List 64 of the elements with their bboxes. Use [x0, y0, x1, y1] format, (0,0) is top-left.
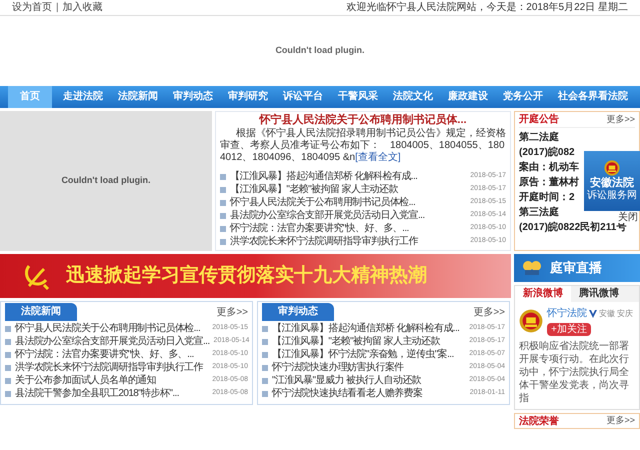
panel-title: 法院荣誉 [519, 414, 559, 428]
notice-line: 第三法庭 [519, 207, 559, 219]
news-link[interactable]: 洪学农院长来怀宁法院调研指导审判执行工作 [15, 362, 204, 374]
weibo-tab[interactable]: 新浪微博 [515, 286, 571, 302]
news-link[interactable]: 洪学农院长来怀宁法院调研指导审判执行工作 [230, 236, 418, 248]
news-link[interactable]: 【江淮风暴】搭起沟通信郑桥 化解科检有成... [230, 170, 418, 182]
nav-tab[interactable]: 干警风采 [334, 86, 382, 108]
news-link[interactable]: "江淮风暴"显威力 被执行人自动还款 [272, 374, 422, 386]
nav-tab[interactable]: 诉讼平台 [279, 86, 327, 108]
news-link[interactable]: 【江淮风暴】搭起沟通信郑桥 化解科检有成... [272, 322, 460, 334]
news-link[interactable]: 【江淮风暴】"老赖"被拘留 家人主动还款 [230, 184, 398, 196]
popup-subtitle: 诉讼服务网 [587, 190, 637, 202]
more-link[interactable]: 更多>> [606, 414, 635, 428]
close-link[interactable]: 关闭 [618, 212, 638, 223]
news-link[interactable]: 怀宁法院：法官办案要讲究"快、好、多、... [230, 222, 409, 234]
weibo-post: 积极响应省法院统一部署开展专项行动。在此次行动中，怀宁法院执行局全体干警坐发党表，尚次寻指 [518, 340, 630, 406]
news-link[interactable]: 怀宁县人民法院关于公布聘用制书记员体检... [15, 322, 200, 334]
separator: | [56, 1, 59, 15]
news-link[interactable]: 县法院办公室综合支部开展党员活动日入党宣... [230, 210, 425, 222]
more-link[interactable]: 更多>> [606, 112, 635, 126]
read-more-link[interactable]: [查看全文] [355, 152, 401, 163]
popup-title: 安徽法院 [590, 176, 634, 190]
panel-title: 法院新闻 [5, 303, 77, 321]
nav-tab[interactable]: 社会各界看法院 [554, 86, 632, 108]
news-link[interactable]: 关于公布参加面试人员名单的通知 [15, 374, 156, 386]
top-link[interactable]: 设为首页 [12, 0, 52, 15]
nav-tab[interactable]: 走进法院 [59, 86, 107, 108]
nav-tab[interactable]: 廉政建设 [444, 86, 492, 108]
notice-line: 开庭时间：2 [519, 192, 575, 204]
news-link[interactable]: 怀宁法院快速办理妨害执行案件 [272, 362, 404, 374]
nav-tab[interactable]: 党务公开 [499, 86, 547, 108]
nav-tab[interactable]: 审判动态 [169, 86, 217, 108]
top-link[interactable]: 加入收藏 [62, 0, 103, 15]
panel-title: 开庭公告 [519, 112, 559, 127]
notice-line: (2017)皖082 [519, 147, 575, 159]
welcome-text: 欢迎光临怀宁县人民法院网站，今天是：2018年5月22日 星期二 [346, 0, 628, 15]
nav-tab[interactable]: 审判研究 [224, 86, 272, 108]
notice-line: 案由：机动车 [519, 162, 579, 174]
weibo-tab[interactable]: 腾讯微博 [571, 286, 627, 302]
account-location: 安徽 安庆 [599, 308, 634, 320]
follow-button[interactable]: +加关注 [547, 323, 591, 336]
account-name: 怀宁法院 [547, 306, 587, 321]
popup-ad[interactable]: 安徽法院 诉讼服务网 [584, 151, 640, 211]
notice-line: 第二法庭 [519, 132, 559, 144]
news-link[interactable]: 怀宁法院：法官办案要讲究"快、好、多、... [15, 348, 194, 360]
plugin-message: Couldn't load plugin. [275, 44, 365, 58]
notice-line: 原告：董林村 [519, 177, 579, 189]
banner-slogan: 迅速掀起学习宣传贯彻落实十九大精神热潮 [66, 264, 427, 288]
headline-title: 怀宁县人民法院关于公布聘用制书记员体... [258, 112, 468, 128]
news-link[interactable]: 怀宁法院快速执结看看老人赡养费案 [272, 388, 422, 400]
news-link[interactable]: 县法院办公室综合支部开展党员活动日入党宣... [15, 336, 210, 348]
more-link[interactable]: 更多>> [216, 304, 248, 320]
plugin-message: Couldn't load plugin. [61, 174, 151, 188]
live-banner[interactable]: 庭审直播 [514, 254, 640, 282]
live-title: 庭审直播 [550, 259, 602, 278]
more-link[interactable]: 更多>> [473, 304, 505, 320]
news-link[interactable]: 【江淮风暴】"老赖"被拘留 家人主动还款 [272, 336, 440, 348]
nav-tab[interactable]: 法院新闻 [114, 86, 162, 108]
news-link[interactable]: 县法院干警参加全县职工2018"特步杯"... [15, 388, 179, 400]
headline-summary: 根据《怀宁县人民法院招录聘用制书记员公告》规定，经资格审查、考察人员准考证号公布如下： 1804005、1804055、1804012、1804096、1804095 &n[查看全文] [220, 128, 506, 164]
news-link[interactable]: 怀宁县人民法院关于公布聘用制书记员体检... [230, 196, 416, 208]
news-link[interactable]: 【江淮风暴】怀宁法院"亲奋勉，逆传虫"案... [272, 348, 454, 360]
panel-title: 审判动态 [262, 303, 334, 321]
nav-tab[interactable]: 法院文化 [389, 86, 437, 108]
